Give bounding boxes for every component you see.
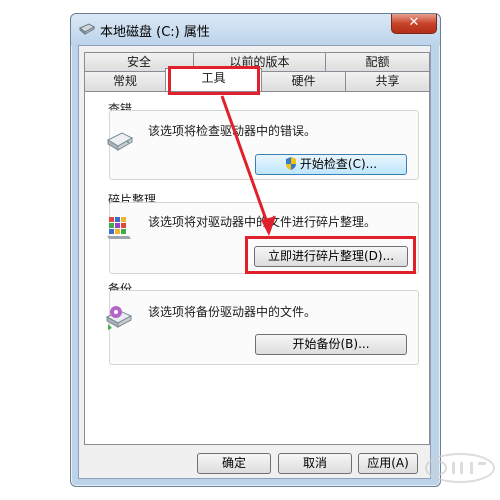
arrow-head-icon [261, 216, 276, 236]
annotation-arrow [220, 95, 276, 236]
